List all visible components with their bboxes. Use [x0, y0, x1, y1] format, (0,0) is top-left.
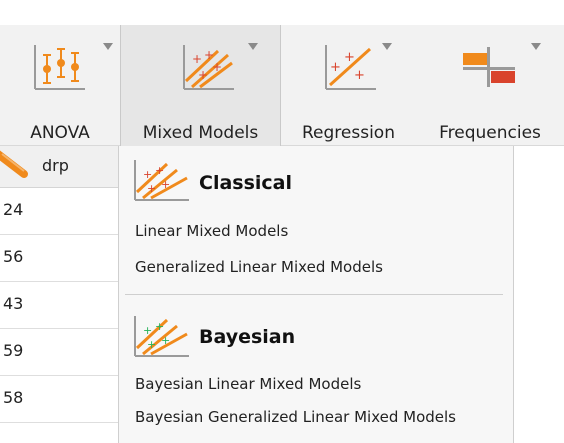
classical-icon: + + + + — [134, 160, 189, 201]
menu-item-bayesian-generalized-linear-mixed-models[interactable]: Bayesian Generalized Linear Mixed Models — [135, 408, 456, 426]
table-cell: 56 — [3, 247, 24, 266]
column-header[interactable]: drp — [0, 146, 120, 188]
menu-item-generalized-linear-mixed-models[interactable]: Generalized Linear Mixed Models — [135, 258, 383, 276]
menu-separator — [125, 294, 503, 295]
svg-text:+: + — [155, 320, 164, 333]
svg-text:+: + — [198, 68, 208, 82]
menu-item-linear-mixed-models[interactable]: Linear Mixed Models — [135, 222, 288, 240]
mixed-models-button[interactable]: + + + + Mixed Models — [120, 25, 281, 146]
table-cell: 24 — [3, 200, 24, 219]
svg-text:+: + — [161, 178, 170, 191]
anova-label: ANOVA — [30, 123, 90, 143]
table-row[interactable]: 59 — [0, 329, 120, 376]
svg-text:+: + — [155, 164, 164, 177]
svg-text:+: + — [330, 60, 341, 75]
anova-button[interactable]: ANOVA — [0, 25, 120, 146]
table-row[interactable]: 58 — [0, 376, 120, 423]
svg-text:+: + — [147, 182, 156, 195]
svg-text:+: + — [344, 50, 355, 65]
analysis-toolbar: ANOVA + + + + Mixed Models + + + Regress… — [0, 25, 564, 146]
chevron-down-icon — [531, 43, 541, 50]
bayesian-icon: + + + + — [134, 316, 189, 357]
svg-text:+: + — [143, 168, 152, 181]
frequencies-button[interactable]: Frequencies — [416, 25, 564, 146]
svg-text:+: + — [212, 60, 222, 74]
frequencies-icon — [445, 37, 541, 97]
data-grid: drp 24 56 43 59 58 — [0, 146, 120, 443]
mixed-models-label: Mixed Models — [142, 123, 259, 143]
svg-text:+: + — [147, 338, 156, 351]
svg-text:+: + — [192, 52, 202, 66]
table-cell: 43 — [3, 294, 24, 313]
frequencies-label: Frequencies — [439, 123, 541, 143]
svg-text:+: + — [161, 334, 170, 347]
regression-label: Regression — [302, 123, 395, 143]
table-row[interactable]: 24 — [0, 188, 120, 235]
svg-text:+: + — [143, 324, 152, 337]
bayesian-heading: Bayesian — [199, 326, 296, 348]
mixed-models-icon: + + + + — [156, 37, 258, 97]
menu-item-bayesian-linear-mixed-models[interactable]: Bayesian Linear Mixed Models — [135, 375, 361, 393]
table-row[interactable]: 56 — [0, 235, 120, 282]
mixed-models-menu: + + + + Classical Linear Mixed Models Ge… — [118, 146, 514, 443]
chevron-down-icon — [381, 43, 392, 50]
pencil-icon — [0, 150, 28, 178]
classical-heading: Classical — [199, 172, 293, 194]
regression-icon: + + + — [304, 37, 394, 97]
chevron-down-icon — [103, 43, 113, 50]
anova-icon — [15, 37, 113, 97]
regression-button[interactable]: + + + Regression — [281, 25, 416, 146]
column-header-label: drp — [42, 156, 69, 175]
chevron-down-icon — [247, 43, 258, 50]
svg-text:+: + — [354, 68, 365, 83]
table-cell: 58 — [3, 388, 24, 407]
table-row[interactable]: 43 — [0, 282, 120, 329]
table-cell: 59 — [3, 341, 24, 360]
